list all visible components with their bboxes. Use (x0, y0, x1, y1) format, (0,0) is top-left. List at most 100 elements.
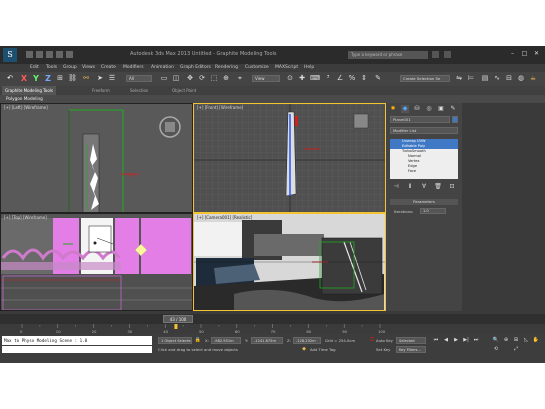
prev-frame-icon[interactable]: ◀ (442, 337, 450, 344)
tab-graphite-modeling-tools[interactable]: Graphite Modeling Tools (2, 86, 57, 95)
open-file-icon[interactable] (36, 51, 43, 58)
menu-tools[interactable]: Tools (46, 64, 57, 72)
schematic-view-icon[interactable]: ⊟ (505, 74, 513, 83)
undo-toolbar-icon[interactable]: ↶ (6, 74, 14, 83)
next-frame-icon[interactable]: ▶| (462, 337, 470, 344)
y-coord-field[interactable]: -1241.875m (251, 337, 283, 344)
field-of-view-icon[interactable]: ◺ (522, 337, 530, 344)
axis-x-button[interactable]: X (20, 74, 28, 83)
modifier-list-dropdown[interactable]: Modifier List (390, 127, 458, 134)
viewport-top-label[interactable]: [+] [Top] [Wireframe] (4, 215, 47, 220)
viewport-front-label[interactable]: [+] [Front] [Wireframe] (197, 105, 243, 110)
snaps-toggle-icon[interactable]: ³ (324, 74, 332, 83)
link-icon[interactable]: ⛓ (68, 74, 77, 83)
lock-selection-icon[interactable]: 🔒 (194, 337, 202, 344)
menu-animation[interactable]: Animation (151, 64, 174, 72)
rotate-icon[interactable]: ⟳ (198, 74, 206, 83)
maxscript-listener-output[interactable] (2, 346, 152, 353)
move-icon[interactable]: ✥ (186, 74, 194, 83)
spinner-snap-icon[interactable]: ⇕ (360, 74, 368, 83)
help-icon[interactable] (444, 51, 451, 58)
selection-filter-dropdown[interactable]: All (126, 75, 152, 82)
axis-constraint-icon[interactable]: ⊞ (56, 74, 64, 83)
align-icon[interactable]: ⊨ (467, 74, 475, 83)
material-editor-icon[interactable]: ◍ (517, 74, 525, 83)
curve-editor-icon[interactable]: ∿ (493, 74, 501, 83)
menu-maxscript[interactable]: MAXScript (275, 64, 298, 72)
create-tab-icon[interactable]: ✸ (389, 105, 397, 113)
angle-snap-icon[interactable]: ∠ (336, 74, 344, 83)
viewport-left-label[interactable]: [+] [Left] [Wireframe] (4, 105, 48, 110)
iterations-spinner[interactable]: 1.0 (420, 208, 446, 214)
minimize-button[interactable]: – (508, 50, 517, 58)
orbit-icon[interactable]: ⟲ (492, 346, 500, 353)
zoom-all-icon[interactable]: ⊕ (502, 337, 510, 344)
search-icon[interactable] (432, 51, 439, 58)
key-filters-button[interactable]: Key Filters... (396, 346, 426, 353)
scale-icon[interactable]: ⬚ (210, 74, 218, 83)
modify-tab-icon[interactable]: ◆ (401, 105, 409, 113)
utilities-tab-icon[interactable]: ✎ (449, 105, 457, 113)
hierarchy-tab-icon[interactable]: ⛁ (413, 105, 421, 113)
menu-help[interactable]: Help (304, 64, 314, 72)
zoom-extents-icon[interactable]: ⊞ (512, 337, 520, 344)
menu-create[interactable]: Create (101, 64, 116, 72)
maximize-viewport-icon[interactable]: ⤢ (512, 346, 520, 353)
place-icon[interactable]: ⊕ (222, 74, 230, 83)
viewport-camera[interactable]: [+] [Camera001] [Realistic] (193, 213, 386, 311)
save-file-icon[interactable] (46, 51, 53, 58)
maxscript-listener[interactable]: Max to Physx Modeling Scene : 1.0 (2, 336, 152, 345)
menu-customize[interactable]: Customize (245, 64, 269, 72)
set-key-icon[interactable]: ⚿ (368, 337, 376, 344)
manipulate-icon[interactable]: ✚ (298, 74, 306, 83)
tab-freeform[interactable]: Freeform (92, 86, 110, 95)
pin-stack-icon[interactable]: ⊣ (392, 183, 400, 191)
close-button[interactable]: ✕ (532, 50, 541, 58)
viewport-left[interactable]: + [+] [Left] [Wireframe] (0, 103, 193, 213)
x-coord-field[interactable]: -982.951m (211, 337, 241, 344)
search-input[interactable]: Type a keyword or phrase (348, 51, 428, 59)
make-unique-icon[interactable]: ∀ (420, 183, 428, 191)
tab-object-paint[interactable]: Object Paint (172, 86, 196, 95)
modifier-stack-item[interactable]: Face (390, 169, 458, 174)
app-logo[interactable]: S (3, 48, 17, 62)
viewport-front[interactable]: [+] [Front] [Wireframe] (193, 103, 386, 213)
time-slider-thumb[interactable]: 43 / 100 (163, 315, 194, 323)
select-object-icon[interactable]: ➤ (96, 74, 104, 83)
configure-sets-icon[interactable]: ⊡ (448, 183, 456, 191)
render-icon[interactable]: ☕ (529, 74, 537, 83)
set-key-button[interactable]: Set Key (376, 347, 390, 352)
maximize-button[interactable]: □ (520, 50, 529, 58)
redo-icon[interactable] (66, 51, 73, 58)
menu-views[interactable]: Views (82, 64, 95, 72)
edit-named-sets-icon[interactable]: ✎ (374, 74, 382, 83)
goto-end-icon[interactable]: ⏭ (472, 337, 480, 344)
motion-tab-icon[interactable]: ◎ (425, 105, 433, 113)
zoom-icon[interactable]: 🔍 (492, 337, 500, 344)
pan-icon[interactable]: ✋ (532, 337, 540, 344)
keyboard-shortcut-icon[interactable]: ⌨ (310, 74, 320, 83)
goto-start-icon[interactable]: ⏮ (432, 337, 440, 344)
mirror-icon[interactable]: ⇋ (455, 74, 463, 83)
play-icon[interactable]: ▶ (452, 337, 460, 344)
select-by-name-icon[interactable]: ☰ (108, 74, 116, 83)
menu-rendering[interactable]: Rendering (215, 64, 238, 72)
rect-select-icon[interactable]: ▭ (160, 74, 168, 83)
pivot-center-icon[interactable]: ⊙ (286, 74, 294, 83)
bind-space-warp-icon[interactable]: ⚯ (82, 74, 90, 83)
snap-icon[interactable]: ⌖ (236, 74, 244, 83)
tab-selection[interactable]: Selection (130, 86, 148, 95)
add-time-tag[interactable]: Add Time Tag (310, 347, 335, 352)
add-time-tag-icon[interactable]: ◆ (300, 346, 308, 353)
auto-key-button[interactable]: Auto Key (376, 338, 393, 343)
layer-manager-icon[interactable]: ▤ (481, 74, 489, 83)
window-crossing-icon[interactable]: ◫ (172, 74, 180, 83)
undo-icon[interactable] (56, 51, 63, 58)
reference-coord-dropdown[interactable]: View (252, 75, 280, 82)
key-mode-dropdown[interactable]: Selected (396, 337, 426, 344)
show-end-result-icon[interactable]: Ⅱ (406, 183, 414, 191)
z-coord-field[interactable]: -128.252m (293, 337, 321, 344)
axis-y-button[interactable]: Y (32, 74, 40, 83)
percent-snap-icon[interactable]: % (348, 74, 356, 83)
track-bar[interactable]: 0 10 20 30 40 50 60 70 80 90 100 (0, 324, 545, 334)
